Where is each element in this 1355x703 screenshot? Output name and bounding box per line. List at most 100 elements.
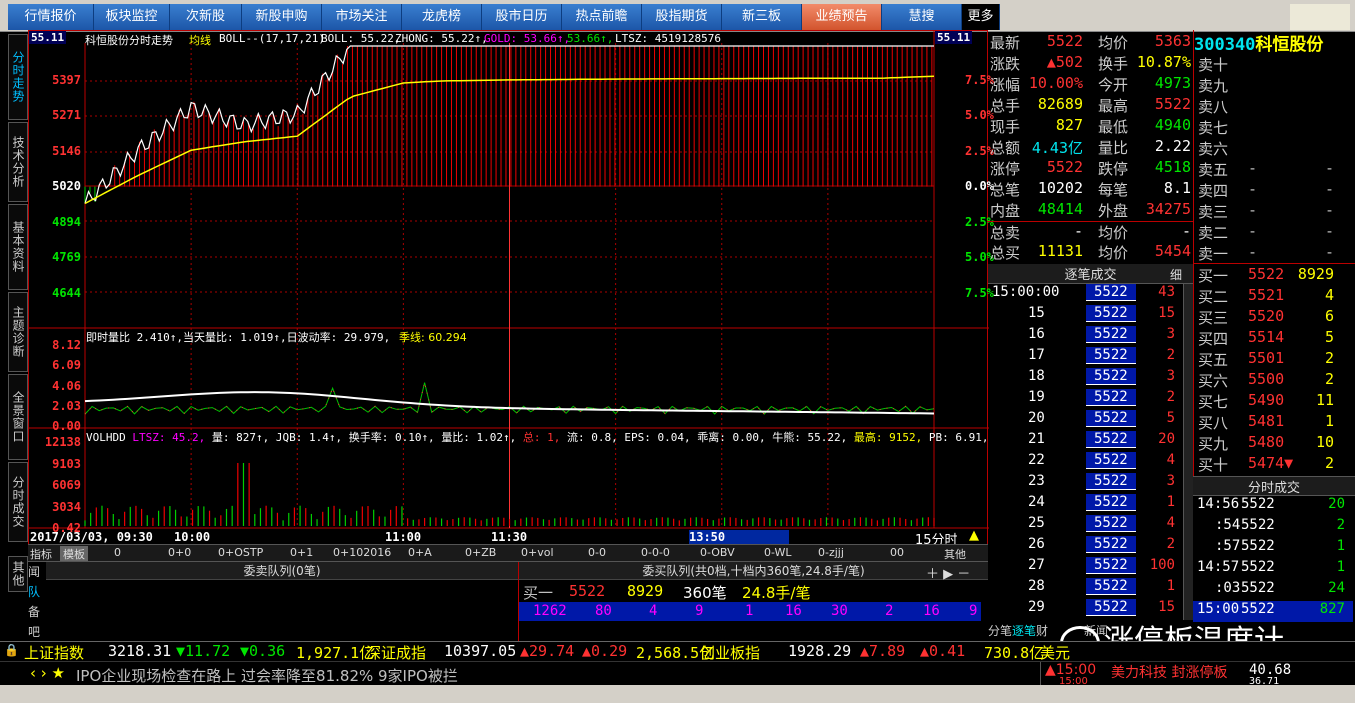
sh-index-change: ▼11.72: [176, 642, 231, 660]
tab-index-futures[interactable]: 股指期货: [642, 4, 722, 30]
side-tab-other[interactable]: 其他: [8, 556, 28, 592]
tab-smart-search[interactable]: 慧搜: [882, 4, 962, 30]
tab-earnings-forecast[interactable]: 业绩预告: [802, 4, 882, 30]
tab-stock-calendar[interactable]: 股市日历: [482, 4, 562, 30]
buy-book-row[interactable]: 买八 5481 1: [1194, 412, 1334, 433]
tick-volume: 2: [1166, 536, 1175, 552]
sell-book-row[interactable]: 卖六: [1194, 138, 1334, 159]
indicator-tab[interactable]: 0+102016: [333, 546, 391, 559]
sell-book-row[interactable]: 卖三 - -: [1194, 201, 1334, 222]
tick-tab[interactable]: 分笔: [988, 624, 1012, 638]
sell-book-row[interactable]: 卖十: [1194, 54, 1334, 75]
cy-index-name[interactable]: 创业板指: [700, 642, 760, 663]
buy-book-row[interactable]: 买六 5500 2: [1194, 370, 1334, 391]
stock-name: 科恒股份: [1255, 35, 1324, 55]
buy-book-row[interactable]: 买二 5521 4: [1194, 286, 1334, 307]
queue-controls[interactable]: ＋ ▶ －: [926, 563, 986, 582]
tab-new-ipo[interactable]: 新股申购: [242, 4, 322, 30]
tab-hot-outlook[interactable]: 热点前瞻: [562, 4, 642, 30]
sell-book-row[interactable]: 卖一 - -: [1194, 243, 1334, 264]
buy-book-row[interactable]: 买七 5490 11: [1194, 391, 1334, 412]
tick-volume: 5: [1166, 410, 1175, 426]
tick-detail-button[interactable]: 细: [1170, 266, 1182, 283]
more-button[interactable]: 更多: [962, 4, 1000, 30]
indicator-tab[interactable]: 0-0-0: [641, 546, 670, 559]
tick-tab[interactable]: 逐笔: [1012, 624, 1036, 638]
tab-sector-monitor[interactable]: 板块监控: [94, 4, 170, 30]
indicator-tab[interactable]: 模板: [60, 546, 88, 562]
sell-book-row[interactable]: 卖四 - -: [1194, 180, 1334, 201]
book-volume: 2: [1324, 454, 1334, 472]
quote-row: 总买 11131 均价 5454: [988, 242, 1193, 263]
grid: [29, 31, 989, 529]
tab-new-third-board[interactable]: 新三板: [722, 4, 802, 30]
cy-index-amount: 730.8亿: [984, 644, 1045, 662]
tick-price: 5522: [1086, 473, 1136, 490]
news-nav-icon[interactable]: ‹ › ★: [30, 664, 65, 682]
indicator-tab[interactable]: 0+OSTP: [218, 546, 263, 559]
buy-book-row[interactable]: 买十 5474▼ 2: [1194, 454, 1334, 475]
side-tab-intraday-trades[interactable]: 分时成交: [8, 462, 28, 542]
side-tab-technical[interactable]: 技术分析: [8, 122, 28, 202]
book-volume: -: [1324, 201, 1334, 219]
indicator-tab[interactable]: 0-zjjj: [818, 546, 844, 559]
window-controls[interactable]: [1290, 4, 1350, 30]
sz-index-name[interactable]: 深证成指: [366, 642, 426, 663]
sz-index-change: ▲29.74: [520, 642, 575, 660]
indicator-tab[interactable]: 0+1: [290, 546, 313, 559]
boll-value: BOLL: 55.22,: [321, 32, 401, 45]
tab-sub-new-stocks[interactable]: 次新股: [170, 4, 242, 30]
buy-book-row[interactable]: 买一 5522 8929: [1194, 265, 1334, 286]
min-trade-volume: 20: [1328, 496, 1345, 512]
tab-quotes[interactable]: 行情报价: [8, 4, 94, 30]
indicator-tab[interactable]: 指标: [30, 546, 52, 562]
alert-box[interactable]: ▲15:00 美力科技 封涨停板 40.68 15:00 36.71: [1040, 662, 1355, 687]
lock-icon[interactable]: 🔒: [4, 643, 19, 657]
indicator-tab[interactable]: 0+ZB: [465, 546, 496, 559]
tick-tab[interactable]: 财: [1036, 624, 1048, 638]
quote-value: 827: [1055, 116, 1083, 134]
buy-book-row[interactable]: 买九 5480 10: [1194, 433, 1334, 454]
news-ticker[interactable]: IPO企业现场检查在路上 过会率降至81.82% 9家IPO被拦: [76, 665, 1036, 686]
side-tab-fundamentals[interactable]: 基本资料: [8, 204, 28, 290]
side-tab-theme-diagnosis[interactable]: 主题诊断: [8, 292, 28, 372]
indicator-tab[interactable]: 0+0: [168, 546, 191, 559]
sell-book-row[interactable]: 卖二 - -: [1194, 222, 1334, 243]
intraday-chart[interactable]: 55.11 55.11 科恒股份分时走势 均线 BOLL--(17,17,21)…: [28, 30, 994, 548]
buy-book-row[interactable]: 买四 5514 5: [1194, 328, 1334, 349]
buy-book-row[interactable]: 买三 5520 6: [1194, 307, 1334, 328]
tab-dragon-tiger[interactable]: 龙虎榜: [402, 4, 482, 30]
quote-label: 涨停: [990, 160, 1021, 178]
indicator-tab[interactable]: 0-OBV: [700, 546, 735, 559]
indicator-tab[interactable]: 0-WL: [764, 546, 792, 559]
indicator-tab[interactable]: 0: [114, 546, 121, 559]
vr-axis: 0.00: [52, 419, 81, 433]
book-price: 5474▼: [1248, 454, 1294, 472]
tick-scrollbar[interactable]: [1183, 284, 1193, 620]
indicator-tab[interactable]: 其他: [944, 546, 966, 562]
sell-book-row[interactable]: 卖五 - -: [1194, 159, 1334, 180]
tab-market-watch[interactable]: 市场关注: [322, 4, 402, 30]
book-level: 买四: [1198, 330, 1229, 348]
side-tab-panorama[interactable]: 全景窗口: [8, 374, 28, 460]
sell-book-row[interactable]: 卖七: [1194, 117, 1334, 138]
sell-book-row[interactable]: 卖八: [1194, 96, 1334, 117]
sell-book-row[interactable]: 卖九: [1194, 75, 1334, 96]
queue-order: 9: [969, 603, 978, 619]
period-arrow-icon[interactable]: ▲: [969, 528, 979, 543]
quote-label: 均价: [1098, 34, 1129, 52]
queue-order: 80: [595, 603, 612, 619]
indicator-tab[interactable]: 0+vol: [521, 546, 554, 559]
indicator-tab[interactable]: 0+A: [408, 546, 432, 559]
quote-label: 总额: [990, 139, 1021, 157]
buy-book: 买一 5522 8929 买二 5521 4 买三 5520 6 买四 5514 5 买五 5501 2 买六…: [1194, 265, 1355, 476]
tick-volume: 3: [1166, 368, 1175, 384]
side-tab-intraday[interactable]: 分时走势: [8, 34, 28, 120]
indicator-tab[interactable]: 0-0: [588, 546, 606, 559]
buy-book-row[interactable]: 买五 5501 2: [1194, 349, 1334, 370]
us-index-name[interactable]: 美元: [1040, 642, 1070, 663]
sh-index-name[interactable]: 上证指数: [24, 642, 84, 663]
tick-price: 5522: [1086, 578, 1136, 595]
min-trades-list: 14:56 5522 20:54 5522 2:57 5522 1 14:57 5522 1:03…: [1193, 496, 1355, 622]
indicator-tab[interactable]: 00: [890, 546, 904, 559]
